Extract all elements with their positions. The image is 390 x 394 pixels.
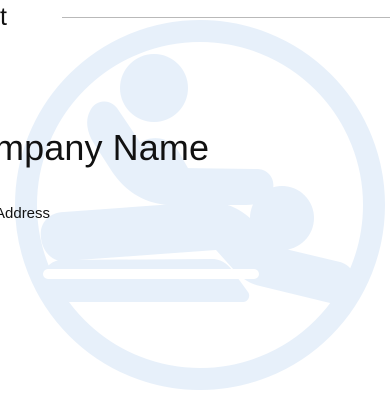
header-divider bbox=[62, 17, 390, 18]
massage-therapy-watermark-icon bbox=[15, 20, 385, 390]
document-title-fragment: t bbox=[0, 3, 7, 31]
company-name-fragment: mpany Name bbox=[0, 127, 210, 168]
address-fragment: Address bbox=[0, 205, 51, 222]
